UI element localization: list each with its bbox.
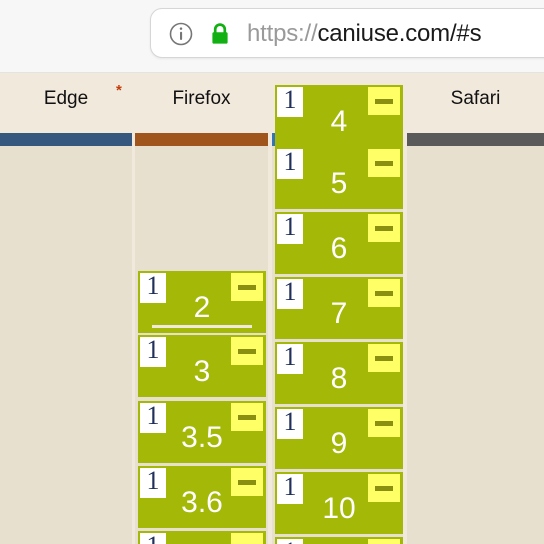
- partial-support-badge[interactable]: [368, 539, 400, 544]
- browser-column-chrome: Chrome 1 4 1 5 1 6 1: [272, 73, 403, 544]
- lock-icon[interactable]: [209, 22, 231, 46]
- partial-support-badge[interactable]: [231, 533, 263, 544]
- caniuse-support-table: Edge * Firefox 1 2 1 3 1 3.5 1 3.6 1 4 1…: [0, 73, 544, 544]
- url-scheme: https://: [247, 20, 318, 47]
- version-cell[interactable]: 1 10: [275, 472, 403, 534]
- column-bar-edge: [0, 133, 132, 146]
- version-cell[interactable]: 1 3.6: [138, 466, 266, 528]
- cell-separator: [152, 325, 252, 328]
- version-label: 7: [330, 297, 348, 330]
- column-header-edge[interactable]: Edge *: [0, 73, 132, 133]
- version-label: 3.5: [181, 421, 223, 454]
- column-header-firefox[interactable]: Firefox: [135, 73, 268, 133]
- version-label: 6: [330, 232, 348, 265]
- footnote-badge[interactable]: 1: [140, 533, 166, 544]
- version-cell[interactable]: 1 3: [138, 335, 266, 397]
- version-label: 2: [193, 291, 211, 324]
- footnote-badge[interactable]: 1: [277, 539, 303, 544]
- column-bar-safari: [407, 133, 544, 146]
- column-body-safari: [407, 146, 544, 544]
- column-header-safari[interactable]: Safari: [407, 73, 544, 133]
- browser-column-edge: Edge *: [0, 73, 132, 544]
- version-label: 3: [193, 355, 211, 388]
- column-body-edge: [0, 146, 132, 544]
- column-note-marker-edge[interactable]: *: [116, 83, 122, 98]
- column-bar-firefox: [135, 133, 268, 146]
- version-label: 3.6: [181, 486, 223, 519]
- version-cell[interactable]: 1 6: [275, 212, 403, 274]
- version-label: 8: [330, 362, 348, 395]
- column-name-safari: Safari: [450, 88, 501, 109]
- version-cell[interactable]: 1: [275, 537, 403, 544]
- version-cell[interactable]: 1 8: [275, 342, 403, 404]
- column-name-edge: Edge: [43, 88, 89, 109]
- url-bar[interactable]: https://caniuse.com/#s: [150, 8, 544, 58]
- version-label: 4: [330, 105, 348, 138]
- info-circle-icon[interactable]: [169, 22, 193, 46]
- browser-column-safari: Safari: [407, 73, 544, 544]
- version-label: 10: [322, 492, 356, 525]
- version-label: 5: [330, 167, 348, 200]
- version-cell[interactable]: 1 2: [138, 271, 266, 333]
- version-cell[interactable]: 1 7: [275, 277, 403, 339]
- url-host: caniuse.com/#s: [317, 20, 482, 47]
- browser-chrome: https://caniuse.com/#s: [0, 0, 544, 73]
- version-cell[interactable]: 1 3.5: [138, 401, 266, 463]
- url-text[interactable]: https://caniuse.com/#s: [247, 20, 482, 48]
- version-label: 9: [330, 427, 348, 460]
- column-name-firefox: Firefox: [172, 88, 231, 109]
- version-cell[interactable]: 1 5: [275, 147, 403, 209]
- browser-column-firefox: Firefox 1 2 1 3 1 3.5 1 3.6: [135, 73, 268, 544]
- version-cell[interactable]: 1: [138, 531, 266, 544]
- version-cell[interactable]: 1 9: [275, 407, 403, 469]
- version-cell[interactable]: 1 4: [275, 85, 403, 147]
